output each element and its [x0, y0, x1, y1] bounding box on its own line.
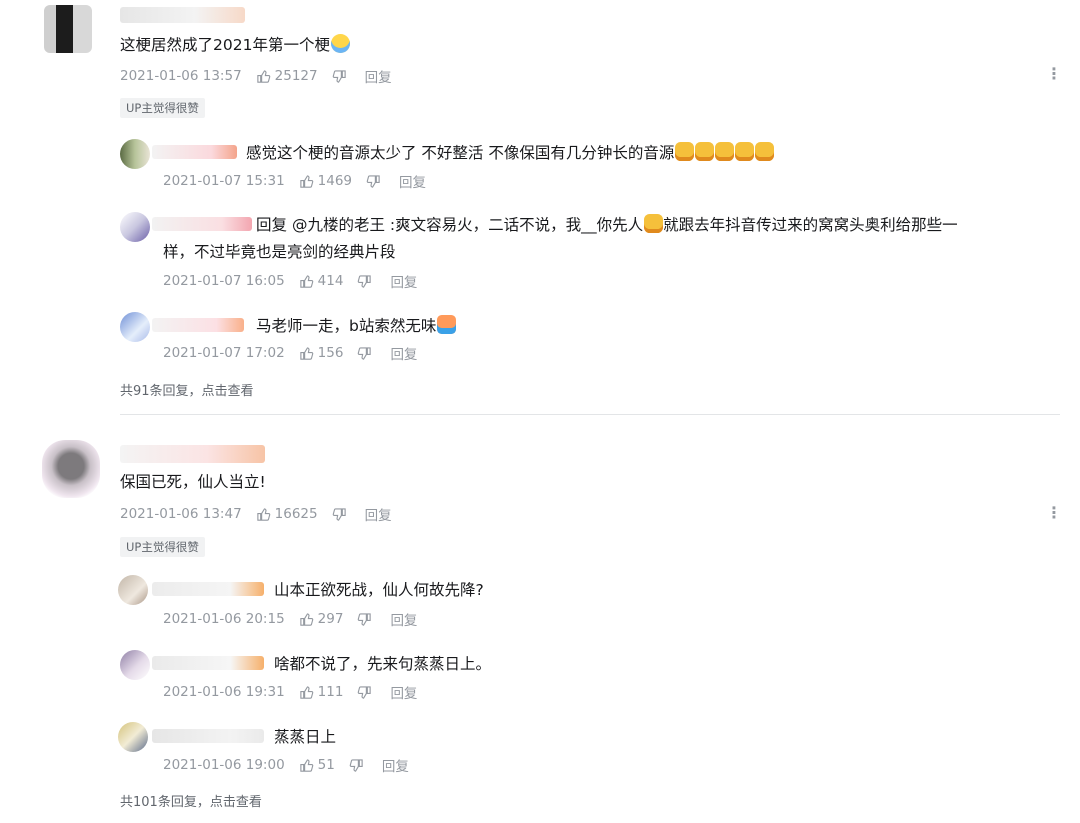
reply-text: 山本正欲死战，仙人何故先降?: [274, 581, 484, 599]
dog-emoji-icon: [755, 142, 775, 161]
thumb-up-icon[interactable]: [256, 507, 271, 522]
reply-text: 感觉这个梗的音源太少了 不好整活 不像保国有几分钟长的音源: [246, 142, 775, 164]
avatar[interactable]: [120, 312, 150, 342]
reply-button[interactable]: 回复: [390, 343, 417, 363]
avatar[interactable]: [44, 5, 92, 53]
thumb-down-icon[interactable]: [366, 174, 381, 189]
reply-meta: 2021-01-07 15:31 1469 回复: [163, 171, 426, 191]
like-count: 111: [317, 684, 344, 700]
avatar[interactable]: [120, 212, 150, 242]
reply-button[interactable]: 回复: [390, 682, 417, 702]
thumb-up-icon[interactable]: [299, 174, 314, 189]
divider: [120, 414, 1060, 415]
reply-text-line2: 样，不过毕竟也是亮剑的经典片段: [163, 243, 396, 261]
laugh-emoji-icon: [330, 34, 350, 53]
reply-time: 2021-01-07 15:31: [163, 173, 285, 189]
reply-button[interactable]: 回复: [365, 66, 392, 86]
comment-text: 保国已死，仙人当立!: [120, 473, 266, 491]
dog-emoji-icon: [695, 142, 715, 161]
like-count: 51: [317, 757, 335, 773]
comment-meta: 2021-01-06 13:47 16625 回复: [120, 504, 392, 524]
avatar[interactable]: [120, 650, 150, 680]
username-blurred[interactable]: [152, 582, 264, 596]
reply-text: 回复 @九楼的老王 :爽文容易火，二话不说，我__你先人 就跟去年抖音传过来的窝窝…: [256, 214, 958, 234]
avatar[interactable]: [118, 575, 148, 605]
avatar[interactable]: [120, 139, 150, 169]
dog-emoji-icon: [644, 214, 664, 233]
view-more-replies[interactable]: 共91条回复，点击查看: [120, 380, 254, 399]
thumb-down-icon[interactable]: [332, 69, 347, 84]
reply-text: 马老师一走，b站索然无味: [256, 315, 457, 337]
thumb-up-icon[interactable]: [299, 685, 314, 700]
dog-emoji-icon: [715, 142, 735, 161]
thumb-down-icon[interactable]: [332, 507, 347, 522]
reply-meta: 2021-01-07 16:05 414 回复: [163, 271, 417, 291]
reply-time: 2021-01-06 20:15: [163, 611, 285, 627]
like-count: 297: [317, 611, 344, 627]
username-blurred[interactable]: [152, 656, 264, 670]
like-count: 25127: [274, 68, 318, 84]
thumb-up-icon[interactable]: [299, 612, 314, 627]
crying-emoji-icon: [437, 315, 457, 334]
thumb-up-icon[interactable]: [299, 274, 314, 289]
reply-time: 2021-01-07 16:05: [163, 273, 285, 289]
like-count: 16625: [274, 506, 318, 522]
username-blurred[interactable]: [120, 7, 245, 23]
up-liked-badge: UP主觉得很赞: [120, 98, 205, 118]
thumb-up-icon[interactable]: [299, 758, 314, 773]
username-blurred[interactable]: [152, 217, 252, 231]
thumb-down-icon[interactable]: [357, 274, 372, 289]
thumb-down-icon[interactable]: [357, 612, 372, 627]
thumb-down-icon[interactable]: [357, 346, 372, 361]
reply-meta: 2021-01-06 19:00 51 回复: [163, 755, 409, 775]
more-vertical-icon[interactable]: ⋮: [1046, 505, 1062, 521]
reply-button[interactable]: 回复: [382, 755, 409, 775]
reply-time: 2021-01-07 17:02: [163, 345, 285, 361]
view-more-replies[interactable]: 共101条回复，点击查看: [120, 791, 262, 810]
up-liked-badge: UP主觉得很赞: [120, 537, 205, 557]
reply-button[interactable]: 回复: [365, 504, 392, 524]
avatar[interactable]: [118, 722, 148, 752]
reply-meta: 2021-01-06 19:31 111 回复: [163, 682, 417, 702]
reply-button[interactable]: 回复: [399, 171, 426, 191]
thumb-up-icon[interactable]: [299, 346, 314, 361]
comment-time: 2021-01-06 13:57: [120, 68, 242, 84]
like-count: 156: [317, 345, 344, 361]
avatar[interactable]: [42, 440, 100, 498]
username-blurred[interactable]: [120, 445, 265, 463]
like-count: 414: [317, 273, 344, 289]
more-vertical-icon[interactable]: ⋮: [1046, 66, 1062, 82]
thumb-up-icon[interactable]: [256, 69, 271, 84]
reply-time: 2021-01-06 19:31: [163, 684, 285, 700]
username-blurred[interactable]: [152, 729, 264, 743]
mention-link[interactable]: @九楼的老王: [292, 216, 385, 234]
username-blurred[interactable]: [152, 145, 237, 159]
thumb-down-icon[interactable]: [357, 685, 372, 700]
reply-time: 2021-01-06 19:00: [163, 757, 285, 773]
reply-button[interactable]: 回复: [390, 271, 417, 291]
reply-text: 啥都不说了，先来句蒸蒸日上。: [274, 655, 492, 673]
reply-button[interactable]: 回复: [390, 609, 417, 629]
comment-meta: 2021-01-06 13:57 25127 回复: [120, 66, 392, 86]
reply-meta: 2021-01-06 20:15 297 回复: [163, 609, 417, 629]
like-count: 1469: [317, 173, 353, 189]
comment-time: 2021-01-06 13:47: [120, 506, 242, 522]
dog-emoji-icon: [675, 142, 695, 161]
thumb-down-icon[interactable]: [349, 758, 364, 773]
dog-emoji-icon: [735, 142, 755, 161]
reply-text: 蒸蒸日上: [274, 728, 337, 746]
reply-meta: 2021-01-07 17:02 156 回复: [163, 343, 417, 363]
comment-text: 这梗居然成了2021年第一个梗: [120, 34, 350, 56]
username-blurred[interactable]: [152, 318, 244, 332]
